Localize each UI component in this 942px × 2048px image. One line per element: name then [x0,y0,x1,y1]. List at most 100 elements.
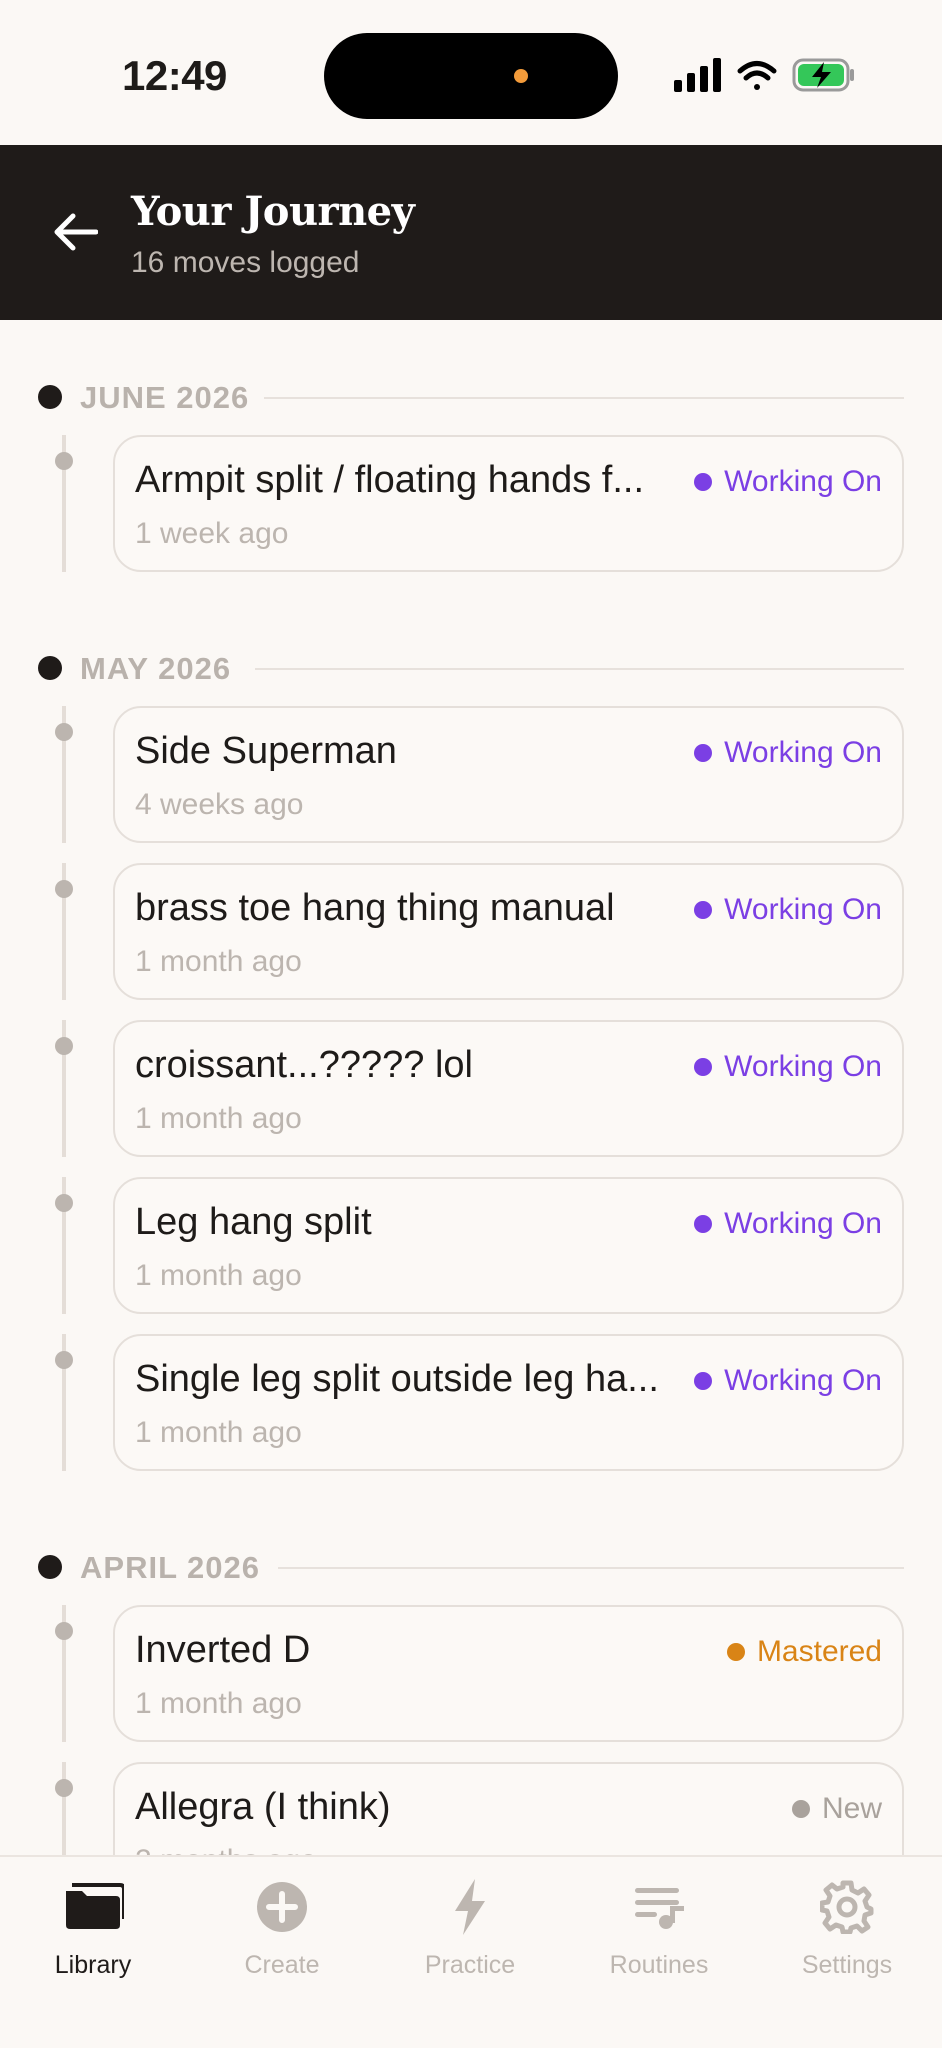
page-title: Your Journey [131,188,415,235]
status-badge: Working On [694,736,882,770]
move-time: 1 month ago [135,945,302,978]
status-badge: New [791,1792,882,1826]
move-time: 1 month ago [135,1416,302,1449]
month-header: JUNE 2026 [0,372,942,422]
moves-count: 16 moves logged [131,246,360,279]
move-time: 1 month ago [135,1102,302,1135]
status-dot [694,1058,713,1076]
status-label: Working On [724,465,882,498]
timeline-entry: Side Superman 4 weeks ago Working On [0,706,942,863]
tab-settings[interactable]: Settings [762,1877,932,1987]
move-title: Side Superman [135,730,397,772]
timeline-node [55,880,73,898]
recording-indicator-icon [514,69,528,83]
status-label: Working On [724,893,882,926]
timeline-node [55,1779,73,1797]
month-label: JUNE 2026 [80,380,250,415]
month-marker [38,656,62,680]
tab-label: Settings [801,1951,893,1979]
timeline-entry: Armpit split / floating hands f... 1 wee… [0,435,942,592]
status-dot [726,1643,745,1661]
move-title: Inverted D [135,1629,311,1671]
battery-charging-icon [792,58,854,92]
timeline-entry: Single leg split outside leg ha... 1 mon… [0,1334,942,1491]
timeline-node [55,1194,73,1212]
status-icons [672,56,862,96]
status-label: Working On [724,1050,882,1083]
tab-library[interactable]: Library [8,1877,178,1987]
timeline-entry: Leg hang split 1 month ago Working On [0,1177,942,1334]
tab-routines[interactable]: Routines [574,1877,744,1987]
move-card[interactable]: brass toe hang thing manual 1 month ago … [113,863,904,1000]
status-dot [694,473,713,491]
move-title: croissant...????? lol [135,1044,473,1086]
move-card[interactable]: croissant...????? lol 1 month ago Workin… [113,1020,904,1157]
move-time: 2 months ago [135,1844,317,1855]
tab-label: Library [54,1951,132,1979]
status-label: Working On [724,1207,882,1240]
tab-practice[interactable]: Practice [385,1877,555,1987]
status-dot [694,1372,713,1390]
move-title: Allegra (I think) [135,1786,391,1828]
tab-label: Routines [609,1951,709,1979]
move-card[interactable]: Single leg split outside leg ha... 1 mon… [113,1334,904,1471]
status-dot [694,901,713,919]
status-label: Working On [724,736,882,769]
dynamic-island [324,33,618,119]
wifi-icon [737,61,777,90]
status-dot [694,1215,713,1233]
month-header: MAY 2026 [0,643,942,693]
tab-create[interactable]: Create [197,1877,367,1987]
plus-circle-icon [197,1877,367,1937]
month-label: MAY 2026 [80,651,232,686]
timeline-node [55,1351,73,1369]
back-button[interactable] [40,200,112,264]
status-label: Mastered [756,1635,882,1668]
move-time: 4 weeks ago [135,788,304,821]
move-card[interactable]: Inverted D 1 month ago Mastered [113,1605,904,1742]
status-badge: Working On [694,1207,882,1241]
timeline-entry: Inverted D 1 month ago Mastered [0,1605,942,1762]
month-divider [255,668,904,670]
month-divider [278,1567,904,1569]
status-badge: Working On [694,465,882,499]
tab-label: Practice [424,1951,516,1979]
timeline-node [55,723,73,741]
library-icon [8,1877,178,1937]
move-card[interactable]: Armpit split / floating hands f... 1 wee… [113,435,904,572]
move-card[interactable]: Allegra (I think) 2 months ago New [113,1762,904,1855]
status-dot [791,1800,810,1818]
timeline-entry: Allegra (I think) 2 months ago New [0,1762,942,1855]
status-badge: Working On [694,893,882,927]
move-title: Armpit split / floating hands f... [135,459,645,501]
status-label: New [821,1792,882,1825]
bolt-icon [385,1877,555,1937]
status-badge: Working On [694,1050,882,1084]
timeline-node [55,1622,73,1640]
move-title: Single leg split outside leg ha... [135,1358,659,1400]
status-bar: 12:49 [0,0,942,145]
playlist-icon [574,1877,744,1937]
move-time: 1 week ago [135,517,289,550]
timeline-node [55,1037,73,1055]
status-label: Working On [724,1364,882,1397]
timeline-node [55,452,73,470]
move-card[interactable]: Side Superman 4 weeks ago Working On [113,706,904,843]
month-marker [38,385,62,409]
move-title: brass toe hang thing manual [135,887,615,929]
status-dot [694,744,713,762]
timeline-rail [62,1762,66,1855]
tab-label: Create [244,1951,320,1979]
month-label: APRIL 2026 [80,1550,261,1585]
month-divider [264,397,904,399]
gear-icon [762,1877,932,1937]
status-badge: Working On [694,1364,882,1398]
bottom-tab-bar: Library Create Practice Routines Setting… [0,1855,942,2048]
arrow-left-icon [54,213,98,251]
timeline-entry: brass toe hang thing manual 1 month ago … [0,863,942,1020]
move-time: 1 month ago [135,1259,302,1292]
move-card[interactable]: Leg hang split 1 month ago Working On [113,1177,904,1314]
month-header: APRIL 2026 [0,1542,942,1592]
month-marker [38,1555,62,1579]
journey-timeline: JUNE 2026 Armpit split / floating hands … [0,320,942,1855]
